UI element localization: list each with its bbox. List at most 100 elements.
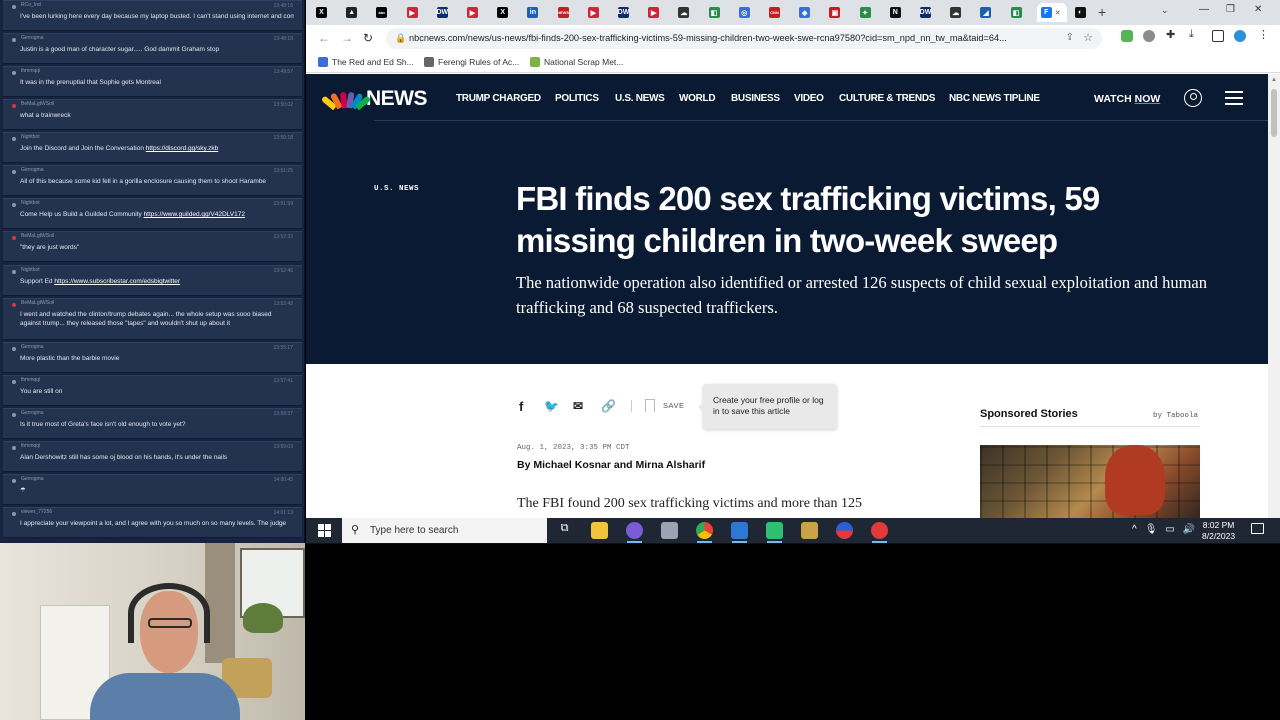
chat-username[interactable]: Gerrogma: [21, 344, 44, 350]
chat-username[interactable]: BeMaLgtWSoil: [21, 101, 54, 107]
close-window-button[interactable]: ✕: [1254, 4, 1262, 15]
network-icon[interactable]: ▭: [1165, 524, 1174, 535]
chat-username[interactable]: Nightbot: [21, 200, 40, 206]
chat-username[interactable]: thmmqqi: [21, 68, 40, 74]
browser-tab[interactable]: ▲: [342, 3, 369, 22]
share-icon[interactable]: ⇪: [1066, 32, 1074, 43]
browser-tab[interactable]: ▶: [584, 3, 611, 22]
nav-link[interactable]: U.S. NEWS: [615, 93, 665, 104]
taskbar-search-box[interactable]: ⚲ Type here to search: [342, 518, 547, 543]
email-share-icon[interactable]: ✉: [573, 399, 583, 413]
hamburger-menu-icon[interactable]: [1225, 91, 1243, 105]
nav-link[interactable]: BUSINESS: [731, 93, 780, 104]
twitter-share-icon[interactable]: 🐦: [544, 399, 559, 413]
account-icon[interactable]: [1184, 89, 1202, 107]
notifications-icon[interactable]: [1251, 523, 1264, 534]
browser-tab[interactable]: abc: [372, 3, 399, 22]
browser-tab[interactable]: F ✕: [1036, 3, 1067, 22]
nav-link[interactable]: NBC NEWS TIPLINE: [949, 93, 1040, 104]
watch-now-link[interactable]: WATCH NOW: [1094, 93, 1160, 105]
volume-icon[interactable]: 🔊: [1183, 524, 1195, 535]
app-icon[interactable]: [626, 522, 643, 543]
extension-icon[interactable]: [1143, 30, 1155, 42]
browser-tab[interactable]: DW: [916, 3, 943, 22]
app-icon[interactable]: [801, 522, 818, 539]
browser-tab[interactable]: CNN: [765, 3, 792, 22]
chat-link[interactable]: https://www.guilded.gg/V42DLV172: [144, 211, 245, 218]
bookmark-item[interactable]: Ferengi Rules of Ac...: [424, 57, 519, 67]
app-icon[interactable]: [661, 522, 678, 539]
tray-chevron-icon[interactable]: ^: [1132, 524, 1137, 535]
bookmark-star-icon[interactable]: ☆: [1083, 31, 1093, 44]
browser-tab[interactable]: DW: [614, 3, 641, 22]
extensions-puzzle-icon[interactable]: ✚: [1166, 28, 1178, 41]
task-view-icon[interactable]: ⧉: [556, 522, 573, 539]
close-tab-icon[interactable]: ✕: [1055, 9, 1061, 17]
browser-tab[interactable]: ◢: [976, 3, 1003, 22]
chat-username[interactable]: Nightbot: [21, 267, 40, 273]
file-explorer-icon[interactable]: [591, 522, 608, 539]
article-byline[interactable]: By Michael Kosnar and Mirna Alsharif: [517, 459, 705, 471]
chat-username[interactable]: thmmqqi: [21, 377, 40, 383]
address-bar[interactable]: 🔒 nbcnews.com/news/us-news/fbi-finds-200…: [386, 28, 1102, 49]
nbc-news-logo[interactable]: NEWS: [320, 87, 428, 111]
nav-link[interactable]: POLITICS: [555, 93, 599, 104]
menu-kebab-icon[interactable]: ⋮: [1258, 28, 1270, 41]
browser-tab[interactable]: NEWS: [554, 3, 581, 22]
browser-tab[interactable]: ▶: [403, 3, 430, 22]
browser-tab[interactable]: ▣: [825, 3, 852, 22]
section-label[interactable]: U.S. NEWS: [374, 185, 419, 193]
extension-icon[interactable]: [1121, 30, 1133, 42]
browser-tab[interactable]: ◧: [1007, 3, 1034, 22]
browser-tab[interactable]: X: [312, 3, 339, 22]
browser-tab[interactable]: ◐: [1071, 3, 1098, 22]
browser-tab[interactable]: ☁: [946, 3, 973, 22]
nav-link[interactable]: VIDEO: [794, 93, 824, 104]
nav-link[interactable]: WORLD: [679, 93, 716, 104]
chat-username[interactable]: BeMaLgtWSoil: [21, 233, 54, 239]
browser-tab[interactable]: ✦: [856, 3, 883, 22]
taboola-credit[interactable]: by Taboola: [1153, 412, 1198, 420]
bookmark-item[interactable]: National Scrap Met...: [530, 57, 623, 67]
browser-tab[interactable]: ▶: [463, 3, 490, 22]
scrollbar-thumb[interactable]: [1271, 89, 1277, 137]
minimize-button[interactable]: —: [1199, 4, 1209, 15]
app-icon[interactable]: [836, 522, 853, 539]
windows-start-icon[interactable]: [318, 524, 331, 537]
taskbar-clock[interactable]: 8:02 PM 8/2/2023: [1202, 520, 1235, 542]
chrome-icon[interactable]: [696, 522, 713, 543]
profile-avatar[interactable]: [1234, 30, 1246, 42]
chat-username[interactable]: Gerrogma: [21, 410, 44, 416]
bookmark-item[interactable]: The Red and Ed Sh...: [318, 57, 414, 67]
chat-username[interactable]: RCo_Ind: [21, 2, 41, 8]
microphone-icon[interactable]: 🎙: [1145, 524, 1158, 535]
forward-icon[interactable]: →: [341, 31, 353, 45]
app-icon[interactable]: [731, 522, 748, 543]
side-panel-icon[interactable]: [1212, 30, 1224, 42]
maximize-button[interactable]: ❐: [1226, 4, 1235, 15]
tab-search-chevron-icon[interactable]: ⌄: [1161, 5, 1169, 16]
browser-tab[interactable]: ◧: [705, 3, 732, 22]
reload-icon[interactable]: ↻: [363, 31, 373, 45]
new-tab-button[interactable]: +: [1098, 4, 1106, 20]
app-icon[interactable]: [766, 522, 783, 543]
downloads-icon[interactable]: ⤓: [1189, 28, 1201, 40]
browser-tab[interactable]: ▶: [644, 3, 671, 22]
nav-link[interactable]: TRUMP CHARGED: [456, 93, 541, 104]
back-icon[interactable]: ←: [318, 31, 330, 45]
scroll-up-icon[interactable]: ▲: [1271, 77, 1277, 83]
browser-tab[interactable]: X: [493, 3, 520, 22]
chat-username[interactable]: Gerrogma: [21, 167, 44, 173]
facebook-share-icon[interactable]: f: [519, 399, 523, 414]
nav-link[interactable]: CULTURE & TRENDS: [839, 93, 935, 104]
browser-tab[interactable]: ◎: [735, 3, 762, 22]
copy-link-icon[interactable]: 🔗: [601, 399, 616, 413]
app-icon[interactable]: [871, 522, 888, 543]
chat-username[interactable]: Nightbot: [21, 134, 40, 140]
chat-username[interactable]: Gerrogma: [21, 476, 44, 482]
chat-username[interactable]: BeMaLgtWSoil: [21, 300, 54, 306]
chat-username[interactable]: viewer_77256: [21, 509, 52, 515]
browser-tab[interactable]: in: [523, 3, 550, 22]
chat-username[interactable]: thmmqqi: [21, 443, 40, 449]
browser-tab[interactable]: DW: [433, 3, 460, 22]
